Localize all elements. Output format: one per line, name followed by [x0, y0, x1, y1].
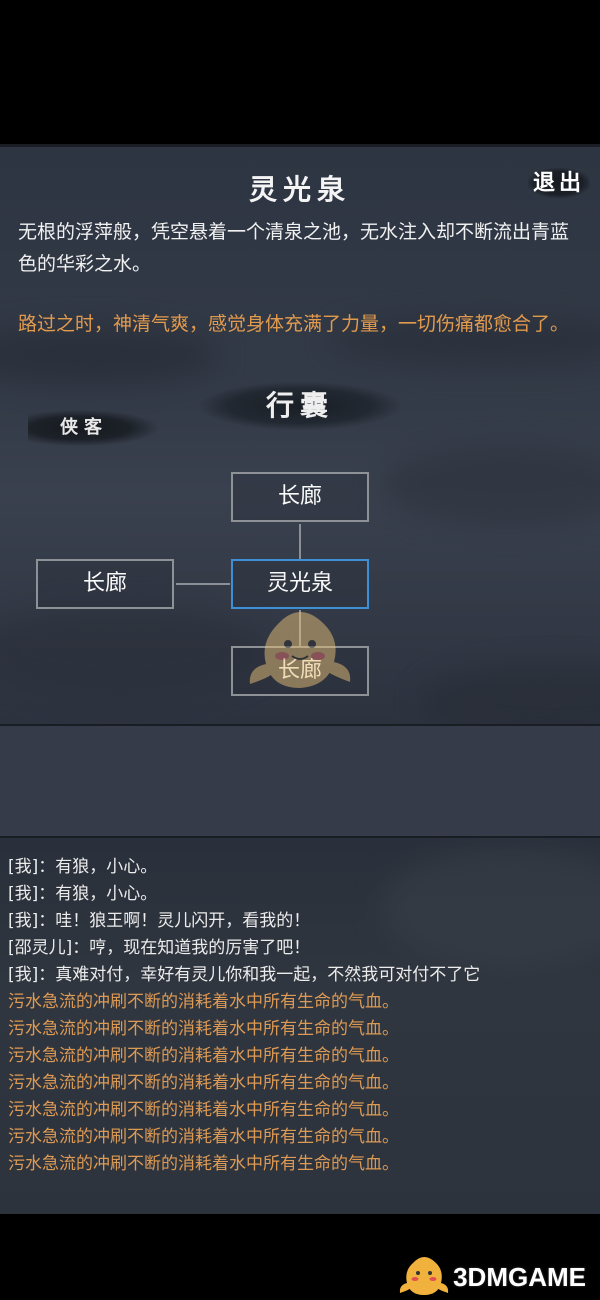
map-connector-north: [299, 524, 301, 560]
log-line: 污水急流的冲刷不断的消耗着水中所有生命的气血。: [8, 1073, 399, 1093]
mascot-icon: [249, 612, 351, 688]
hero-button[interactable]: 侠客: [28, 410, 158, 446]
inventory-button[interactable]: 行囊: [200, 382, 400, 430]
map-room-current[interactable]: 灵光泉: [231, 559, 369, 609]
location-title: 灵光泉: [248, 173, 351, 206]
panel-edge-top: [0, 144, 600, 147]
log-line: [我]：真难对付，幸好有灵儿你和我一起，不然我可对付不了它: [8, 965, 481, 985]
log-line: 污水急流的冲刷不断的消耗着水中所有生命的气血。: [8, 1100, 399, 1120]
map-room-north[interactable]: 长廊: [231, 472, 369, 522]
log-line: 污水急流的冲刷不断的消耗着水中所有生命的气血。: [8, 1127, 399, 1147]
log-line: [我]：哇！狼王啊！灵儿闪开，看我的！: [8, 911, 311, 931]
message-log[interactable]: [我]：有狼，小心。 [我]：有狼，小心。 [我]：哇！狼王啊！灵儿闪开，看我的！ […: [0, 838, 600, 1214]
location-panel: 灵光泉 退出 无根的浮萍般，凭空悬着一个清泉之池，无水注入却不断流出青蓝色的华彩…: [0, 146, 600, 726]
log-line: 污水急流的冲刷不断的消耗着水中所有生命的气血。: [8, 1019, 399, 1039]
location-description: 无根的浮萍般，凭空悬着一个清泉之池，无水注入却不断流出青蓝色的华彩之水。: [18, 221, 570, 275]
exit-button[interactable]: 退出: [528, 168, 590, 198]
log-list: [我]：有狼，小心。 [我]：有狼，小心。 [我]：哇！狼王啊！灵儿闪开，看我的！ […: [8, 854, 598, 1178]
watermark: 3DMGAME: [399, 1252, 586, 1300]
log-line: [我]：有狼，小心。: [8, 857, 158, 877]
map-connector-west: [176, 583, 230, 585]
log-line: [我]：有狼，小心。: [8, 884, 158, 904]
log-line: 污水急流的冲刷不断的消耗着水中所有生命的气血。: [8, 1154, 399, 1174]
log-line: 污水急流的冲刷不断的消耗着水中所有生命的气血。: [8, 1046, 399, 1066]
log-line: 污水急流的冲刷不断的消耗着水中所有生命的气血。: [8, 992, 399, 1012]
mascot-logo-icon: [399, 1257, 449, 1295]
game-screen: 灵光泉 退出 无根的浮萍般，凭空悬着一个清泉之池，无水注入却不断流出青蓝色的华彩…: [0, 0, 600, 1300]
log-line: [邵灵儿]：哼，现在知道我的厉害了吧！: [8, 938, 311, 958]
empty-panel: [0, 726, 600, 836]
watermark-text: 3DMGAME: [453, 1261, 586, 1292]
map-room-west[interactable]: 长廊: [36, 559, 174, 609]
event-message: 路过之时，神清气爽，感觉身体充满了力量，一切伤痛都愈合了。: [18, 313, 570, 335]
